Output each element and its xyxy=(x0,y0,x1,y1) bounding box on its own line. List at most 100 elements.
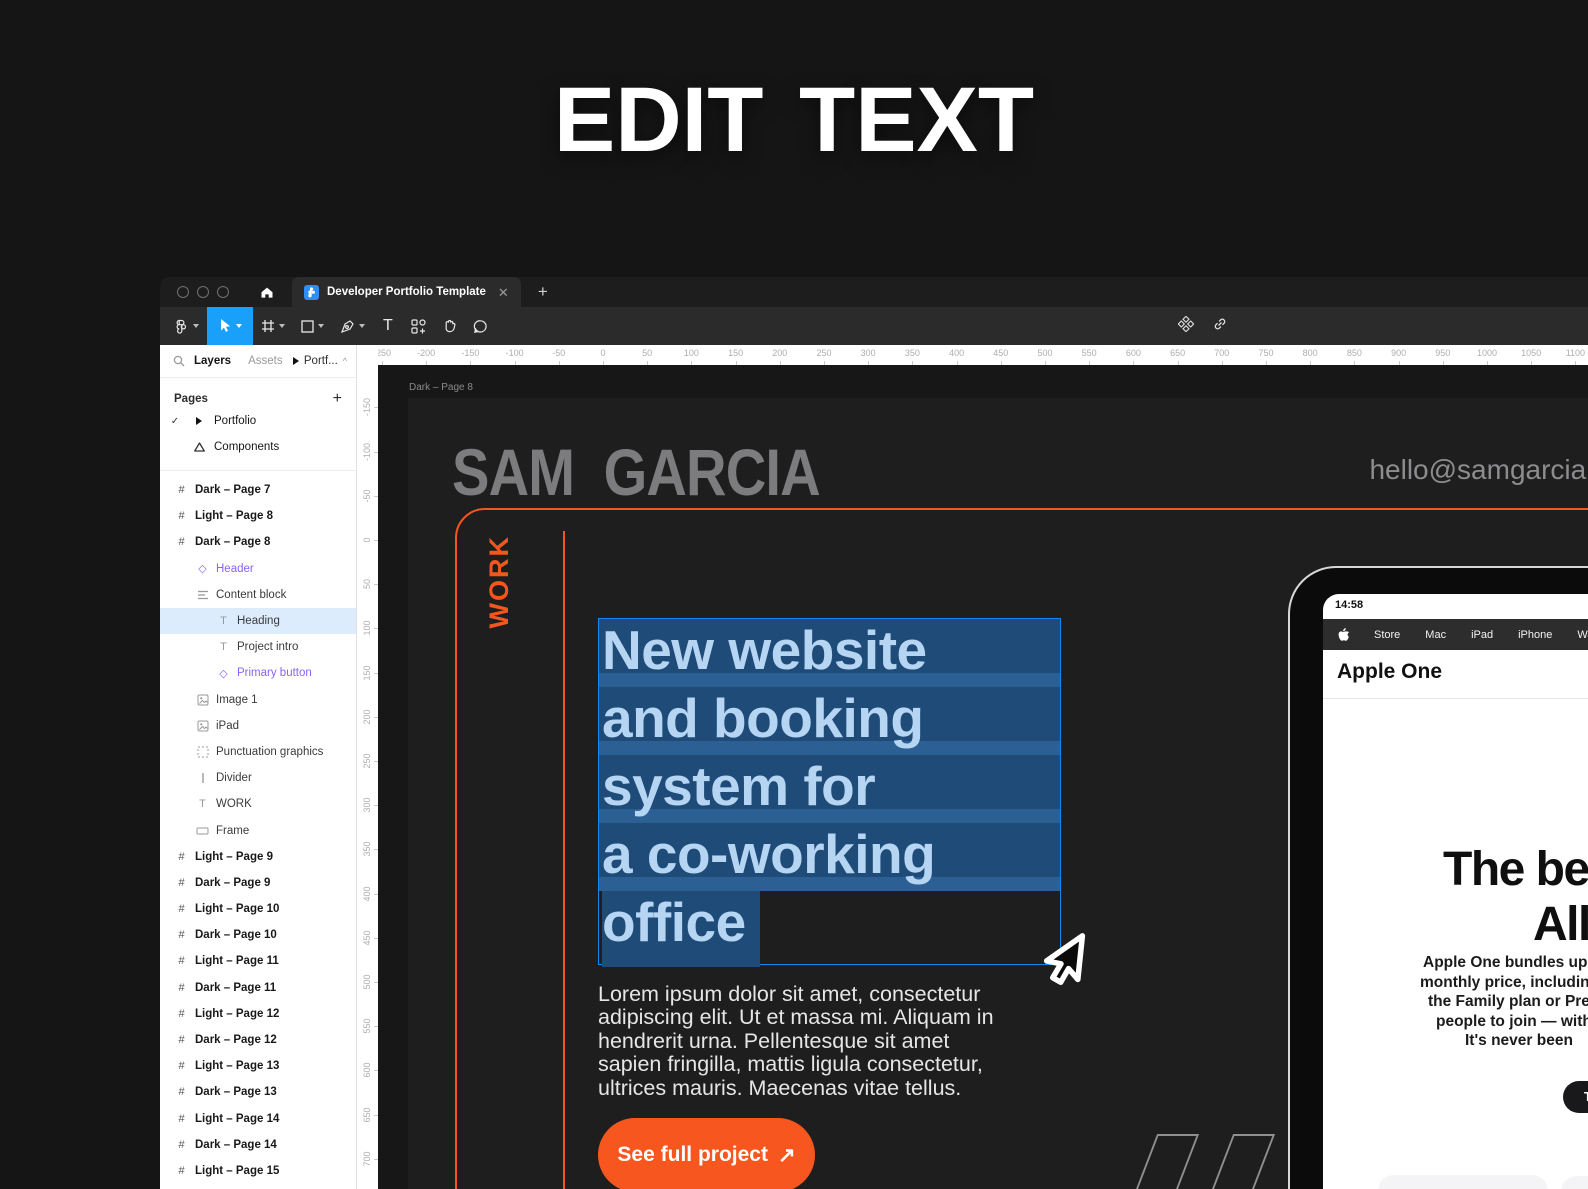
comment-tool-button[interactable] xyxy=(465,307,496,345)
ruler-tick-label: 600 xyxy=(362,1062,372,1078)
layer-name: Punctuation graphics xyxy=(216,745,324,758)
layer-name: Dark – Page 12 xyxy=(195,1034,277,1047)
ruler-tick-label: 0 xyxy=(362,537,372,543)
pages-list: ✓ Portfolio Components xyxy=(160,408,356,460)
layers-panel: Layers Assets Portf... ^ Pages + ✓ Portfo… xyxy=(160,345,357,1189)
triangle-icon xyxy=(190,442,208,452)
layer-row[interactable]: # Light – Page 10 xyxy=(160,896,356,922)
layer-row[interactable]: # Light – Page 13 xyxy=(160,1053,356,1079)
page-name: Portfolio xyxy=(214,415,257,427)
window-titlebar: Developer Portfolio Template ✕ + xyxy=(160,277,1588,307)
layer-row[interactable]: # Light – Page 15 xyxy=(160,1158,356,1184)
resources-tool-button[interactable] xyxy=(403,307,434,345)
layer-row[interactable]: # Light – Page 8 xyxy=(160,503,356,529)
email-text[interactable]: hello@samgarcia. xyxy=(1369,454,1588,486)
portfolio-name-heading[interactable]: SAM GARCIA xyxy=(452,434,821,510)
move-tool-button[interactable] xyxy=(207,307,253,345)
tab-close-icon[interactable]: ✕ xyxy=(498,286,509,299)
layer-row[interactable]: Image 1 xyxy=(160,687,356,713)
layer-name: Dark – Page 10 xyxy=(195,929,277,942)
ruler-tick-label: 600 xyxy=(1125,348,1141,358)
text-tool-button[interactable]: T xyxy=(373,307,403,345)
layer-name: Light – Page 15 xyxy=(195,1164,280,1177)
pen-tool-button[interactable] xyxy=(332,307,373,345)
chevron-down-icon xyxy=(193,324,199,328)
frame-icon: # xyxy=(178,1034,185,1047)
frame-label[interactable]: Dark – Page 8 xyxy=(409,382,473,393)
layer-row[interactable]: Frame xyxy=(160,817,356,843)
new-tab-button[interactable]: + xyxy=(538,282,548,302)
share-link-icon[interactable] xyxy=(1212,316,1228,337)
component-icon: ◇ xyxy=(198,563,207,576)
design-frame[interactable]: SAM GARCIA hello@samgarcia. WORK New web… xyxy=(408,398,1588,1189)
frame-icon: # xyxy=(178,536,185,549)
close-window-button[interactable] xyxy=(177,286,189,298)
layer-name: Dark – Page 8 xyxy=(195,536,271,549)
heading-line: and booking xyxy=(599,687,1060,755)
see-full-project-button[interactable]: See full project ↗ xyxy=(598,1118,815,1189)
frame-icon: # xyxy=(178,981,185,994)
main-menu-button[interactable] xyxy=(166,307,207,345)
page-selector[interactable]: Portf... ^ xyxy=(292,355,347,367)
layer-row[interactable]: Divider xyxy=(160,765,356,791)
frame-icon: # xyxy=(178,1086,185,1099)
layer-row[interactable]: T WORK xyxy=(160,791,356,817)
heading-text-box[interactable]: New website and booking system for a co-wor… xyxy=(598,618,1061,967)
tab-assets[interactable]: Assets xyxy=(248,355,283,367)
layer-row[interactable]: # Light – Page 11 xyxy=(160,948,356,974)
layer-name: Project intro xyxy=(237,641,299,654)
page-row-portfolio[interactable]: ✓ Portfolio xyxy=(160,408,356,434)
divider-icon xyxy=(195,772,210,784)
screenshot-stage: EDIT TEXT Developer Portfolio Template ✕… xyxy=(0,0,1588,1189)
file-tab[interactable]: Developer Portfolio Template ✕ xyxy=(292,277,521,307)
layer-row[interactable]: # Dark – Page 8 xyxy=(160,529,356,555)
layer-row[interactable]: # Dark – Page 11 xyxy=(160,975,356,1001)
frame-icon: # xyxy=(178,929,185,942)
work-section-label[interactable]: WORK xyxy=(484,535,515,628)
ruler-tick-label: 400 xyxy=(362,886,372,902)
ruler-tick-label: -150 xyxy=(461,348,480,358)
search-icon[interactable] xyxy=(173,355,185,367)
home-icon[interactable] xyxy=(259,284,275,300)
ipad-mockup[interactable]: 14:58 StoreMaciPadiPhoneWatchAi Apple On… xyxy=(1288,566,1588,1189)
project-intro-paragraph[interactable]: Lorem ipsum dolor sit amet, consectetur … xyxy=(598,982,1016,1100)
canvas-viewport[interactable]: Dark – Page 8 SAM GARCIA hello@samgarcia… xyxy=(378,365,1588,1189)
apple-nav-item: Mac xyxy=(1425,628,1447,641)
add-page-button[interactable]: + xyxy=(333,390,342,408)
layer-row[interactable]: # Dark – Page 9 xyxy=(160,870,356,896)
layer-row[interactable]: # Light – Page 9 xyxy=(160,844,356,870)
layer-name: Light – Page 14 xyxy=(195,1112,280,1125)
apple-nav-item: Store xyxy=(1374,628,1401,641)
layer-row[interactable]: # Light – Page 14 xyxy=(160,1106,356,1132)
shape-tool-button[interactable] xyxy=(293,307,332,345)
ruler-tick-label: 550 xyxy=(362,1018,372,1034)
component-icon[interactable] xyxy=(1177,315,1195,337)
layer-row[interactable]: # Dark – Page 13 xyxy=(160,1079,356,1105)
layer-row[interactable]: # Dark – Page 12 xyxy=(160,1027,356,1053)
ruler-tick-label: 450 xyxy=(993,348,1009,358)
tab-layers[interactable]: Layers xyxy=(194,355,231,367)
minimize-window-button[interactable] xyxy=(197,286,209,298)
layer-row[interactable]: # Dark – Page 10 xyxy=(160,922,356,948)
ipad-screen: 14:58 StoreMaciPadiPhoneWatchAi Apple On… xyxy=(1323,594,1588,1189)
frame-tool-button[interactable] xyxy=(253,307,293,345)
image-icon xyxy=(195,694,210,706)
layer-row[interactable]: Punctuation graphics xyxy=(160,739,356,765)
layer-row[interactable]: T Heading xyxy=(160,607,356,635)
hand-tool-button[interactable] xyxy=(434,307,465,345)
layer-row[interactable]: # Dark – Page 14 xyxy=(160,1132,356,1158)
layer-row[interactable]: # Dark – Page 7 xyxy=(160,477,356,503)
layer-row[interactable]: ◇ Header xyxy=(160,556,356,582)
layer-row[interactable]: ◇ Primary button xyxy=(160,660,356,686)
layer-name: Light – Page 11 xyxy=(195,955,279,968)
page-row-components[interactable]: Components xyxy=(160,434,356,460)
layer-row[interactable]: iPad xyxy=(160,713,356,739)
chevron-up-icon: ^ xyxy=(342,356,347,366)
layer-row[interactable]: T Project intro xyxy=(160,634,356,660)
layer-row[interactable]: # Light – Page 12 xyxy=(160,1001,356,1027)
apple-body-line: It's never been xyxy=(1465,1032,1573,1049)
zoom-window-button[interactable] xyxy=(217,286,229,298)
pages-header: Pages + xyxy=(174,390,342,408)
layer-row[interactable]: Content block xyxy=(160,582,356,608)
traffic-lights xyxy=(177,286,229,298)
